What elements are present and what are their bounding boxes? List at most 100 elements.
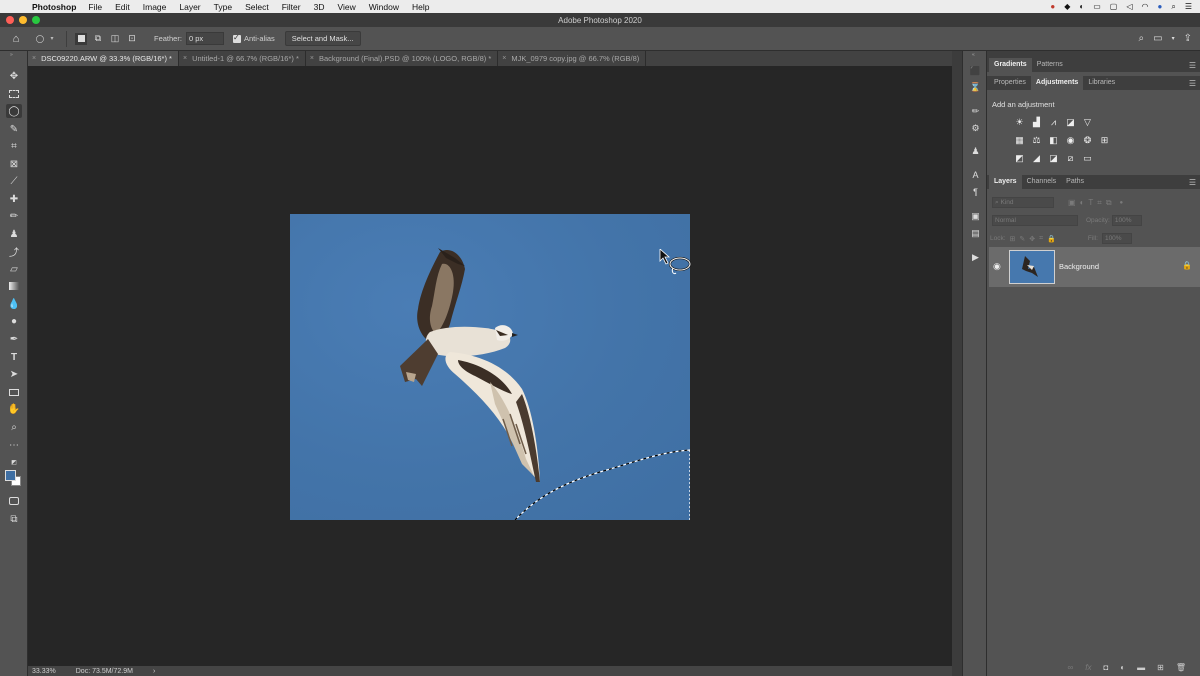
brush-settings-icon[interactable]: ✏	[969, 105, 982, 117]
pen-tool-icon[interactable]: ✒	[6, 332, 22, 346]
eyedropper-tool-icon[interactable]: ⟋	[6, 174, 22, 188]
minimize-window-button[interactable]	[19, 16, 27, 24]
black-white-icon[interactable]: ◧	[1048, 135, 1059, 146]
spotlight-search-icon[interactable]: ⌕	[1171, 2, 1175, 12]
screen-record-icon[interactable]: ▭	[1093, 2, 1101, 11]
layer-style-fx-icon[interactable]: fx	[1085, 663, 1091, 672]
brush-tool-icon[interactable]: ✏	[6, 209, 22, 223]
subtract-from-selection-icon[interactable]: ◫	[109, 33, 121, 45]
rectangle-tool-icon[interactable]	[6, 385, 22, 399]
menu-window[interactable]: Window	[369, 2, 399, 12]
menu-layer[interactable]: Layer	[179, 2, 200, 12]
tab-patterns[interactable]: Patterns	[1032, 58, 1068, 72]
foreground-color-swatch[interactable]	[5, 470, 16, 481]
menu-image[interactable]: Image	[143, 2, 167, 12]
marquee-tool-icon[interactable]	[6, 87, 22, 101]
wifi-icon[interactable]: ◠	[1142, 2, 1149, 11]
tab-libraries[interactable]: Libraries	[1083, 76, 1120, 90]
close-tab-icon[interactable]: ×	[310, 55, 314, 62]
type-tool-icon[interactable]: T	[6, 350, 22, 364]
quick-selection-tool-icon[interactable]: ✎	[6, 122, 22, 136]
blur-tool-icon[interactable]: 💧	[6, 297, 22, 311]
tab-paths[interactable]: Paths	[1061, 175, 1089, 189]
zoom-window-button[interactable]	[32, 16, 40, 24]
screen-mode-icon[interactable]: ⧉	[6, 512, 22, 526]
lasso-tool-preset-icon[interactable]: ◯	[34, 33, 46, 45]
lasso-tool-icon[interactable]: ◯	[6, 104, 22, 118]
color-swatches[interactable]	[4, 469, 24, 489]
menu-edit[interactable]: Edit	[115, 2, 130, 12]
home-icon[interactable]: ⌂	[10, 33, 22, 45]
eraser-tool-icon[interactable]: ▱	[6, 262, 22, 276]
vertical-scrollbar[interactable]	[952, 51, 962, 676]
panel-menu-icon[interactable]: ☰	[1189, 79, 1196, 88]
opacity-input[interactable]: 100%	[1111, 215, 1142, 226]
character-icon[interactable]: A	[969, 169, 982, 181]
menu-type[interactable]: Type	[214, 2, 232, 12]
tab-untitled-1[interactable]: × Untitled-1 @ 66.7% (RGB/16*) *	[179, 51, 306, 66]
chevron-down-icon[interactable]: ▾	[1172, 35, 1175, 42]
new-layer-icon[interactable]: ⊞	[1157, 663, 1164, 672]
path-selection-tool-icon[interactable]: ➤	[6, 367, 22, 381]
filter-type-icon[interactable]: T	[1088, 198, 1093, 207]
menu-help[interactable]: Help	[412, 2, 429, 12]
tab-layers[interactable]: Layers	[989, 175, 1022, 189]
tab-adjustments[interactable]: Adjustments	[1030, 76, 1084, 90]
lock-artboard-icon[interactable]: ⌗	[1039, 235, 1043, 243]
airplay-icon[interactable]: ▢	[1110, 2, 1118, 11]
new-group-folder-icon[interactable]: ▬	[1137, 663, 1145, 672]
panel-menu-icon[interactable]: ☰	[1189, 178, 1196, 187]
link-layers-icon[interactable]: ∞	[1068, 663, 1074, 672]
filter-toggle-icon[interactable]: ●	[1120, 200, 1124, 206]
blend-mode-select[interactable]: Normal	[992, 215, 1078, 226]
default-colors-icon[interactable]: ◩	[6, 455, 22, 469]
new-adjustment-layer-icon[interactable]: ◐	[1120, 663, 1125, 672]
learn-icon[interactable]: ⬛	[969, 65, 982, 77]
menu-3d[interactable]: 3D	[314, 2, 325, 12]
add-mask-icon[interactable]: ◘	[1103, 663, 1108, 672]
document-canvas[interactable]	[290, 214, 690, 520]
status-menu-chevron-icon[interactable]: ›	[153, 668, 155, 675]
intersect-selection-icon[interactable]: ⊡	[126, 33, 138, 45]
gradient-tool-icon[interactable]	[6, 279, 22, 293]
volume-icon[interactable]: ◁	[1126, 2, 1132, 11]
history-icon[interactable]: ⌛	[969, 81, 982, 93]
dropbox-icon[interactable]: ◆	[1064, 2, 1070, 11]
layer-name[interactable]: Background	[1059, 262, 1099, 271]
tab-gradients[interactable]: Gradients	[989, 58, 1032, 72]
color-balance-icon[interactable]: ⚖	[1031, 135, 1042, 146]
zoom-level[interactable]: 33.33%	[32, 668, 56, 675]
clone-stamp-tool-icon[interactable]: ♟	[6, 227, 22, 241]
tab-dsc09220[interactable]: × DSC09220.ARW @ 33.3% (RGB/16*) *	[28, 51, 179, 66]
lock-position-icon[interactable]: ✥	[1029, 235, 1035, 243]
layer-kind-select[interactable]: ⌕ Kind	[992, 197, 1054, 208]
tab-channels[interactable]: Channels	[1022, 175, 1062, 189]
frame-tool-icon[interactable]: ⊠	[6, 157, 22, 171]
panel-menu-icon[interactable]: ☰	[1189, 61, 1196, 70]
menu-view[interactable]: View	[337, 2, 355, 12]
delete-layer-trash-icon[interactable]: 🗑	[1176, 663, 1186, 672]
share-icon[interactable]: ⇪	[1184, 33, 1192, 44]
brightness-contrast-icon[interactable]: ☀	[1014, 117, 1025, 128]
photo-filter-icon[interactable]: ◉	[1065, 135, 1076, 146]
history-brush-tool-icon[interactable]: ⤴	[6, 244, 22, 259]
move-tool-icon[interactable]: ✥	[6, 69, 22, 83]
search-icon[interactable]: ⌕	[1139, 33, 1145, 44]
lock-transparent-icon[interactable]: ⊞	[1010, 235, 1016, 243]
app-menu[interactable]: Photoshop	[32, 2, 76, 12]
user-icon[interactable]: ●	[1158, 2, 1163, 11]
feather-input[interactable]: 0 px	[185, 32, 224, 45]
quick-mask-icon[interactable]	[6, 494, 22, 508]
channel-mixer-icon[interactable]: ❂	[1082, 135, 1093, 146]
posterize-icon[interactable]: ◢	[1031, 153, 1042, 164]
invert-icon[interactable]: ◩	[1014, 153, 1025, 164]
workspace-icon[interactable]: ▭	[1153, 33, 1162, 44]
canvas-area[interactable]	[28, 66, 952, 666]
layer-row-background[interactable]: ◉ Background 🔒	[989, 247, 1200, 287]
menu-filter[interactable]: Filter	[282, 2, 301, 12]
hand-tool-icon[interactable]: ✋	[6, 402, 22, 416]
gradient-map-icon[interactable]: ▭	[1082, 153, 1093, 164]
fill-input[interactable]: 100%	[1101, 233, 1132, 244]
close-tab-icon[interactable]: ×	[183, 55, 187, 62]
creative-cloud-icon[interactable]: ●	[1050, 2, 1055, 11]
